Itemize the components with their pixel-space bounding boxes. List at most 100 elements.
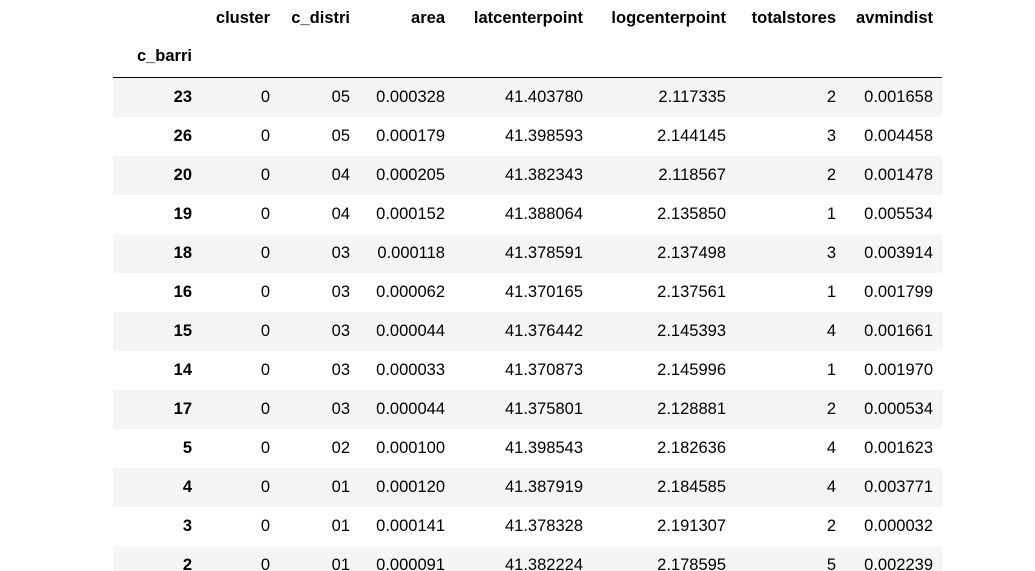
cell-latcenterpoint: 41.370873 — [505, 360, 583, 379]
cell-area: 0.000179 — [376, 126, 445, 145]
row-index-cell: 20 — [173, 165, 192, 184]
dataframe-table: cluster c_distri area latcenterpoint log… — [113, 0, 942, 571]
dataframe-header: cluster c_distri area latcenterpoint log… — [113, 0, 942, 78]
notebook-output-area: cluster c_distri area latcenterpoint log… — [0, 0, 1035, 571]
cell-latcenterpoint: 41.378591 — [505, 243, 583, 262]
cell-totalstores: 3 — [826, 126, 836, 145]
cell-avmindist: 0.001623 — [864, 438, 933, 457]
cell-cluster: 0 — [260, 399, 270, 418]
cell-area: 0.000100 — [376, 438, 445, 457]
cell-cluster: 0 — [260, 165, 270, 184]
cell-cluster: 0 — [260, 126, 270, 145]
cell-avmindist: 0.000534 — [864, 399, 933, 418]
cell-avmindist: 0.004458 — [864, 126, 933, 145]
row-index-cell: 14 — [173, 360, 192, 379]
cell-logcenterpoint: 2.137498 — [657, 243, 726, 262]
cell-latcenterpoint: 41.382224 — [505, 555, 583, 571]
row-index-cell: 17 — [173, 399, 192, 418]
row-index-cell: 3 — [182, 516, 192, 535]
cell-logcenterpoint: 2.182636 — [657, 438, 726, 457]
column-header-avmindist: avmindist — [855, 8, 933, 27]
column-header-row: cluster c_distri area latcenterpoint log… — [113, 0, 942, 36]
cell-totalstores: 1 — [826, 204, 836, 223]
row-index-cell: 16 — [173, 282, 192, 301]
cell-latcenterpoint: 41.370165 — [505, 282, 583, 301]
cell-totalstores: 4 — [826, 477, 836, 496]
cell-c-distri: 04 — [331, 165, 350, 184]
cell-area: 0.000141 — [376, 516, 445, 535]
cell-cluster: 0 — [260, 438, 270, 457]
row-index-cell: 26 — [173, 126, 192, 145]
cell-c-distri: 03 — [331, 282, 350, 301]
cell-logcenterpoint: 2.178595 — [657, 555, 726, 571]
cell-area: 0.000091 — [376, 555, 445, 571]
row-index-cell: 19 — [173, 204, 192, 223]
table-row: 14 0 03 0.000033 41.370873 2.145996 1 0.001970 — [113, 351, 942, 390]
cell-c-distri: 02 — [331, 438, 350, 457]
cell-cluster: 0 — [260, 477, 270, 496]
row-index-cell: 4 — [182, 477, 192, 496]
cell-area: 0.000062 — [376, 282, 445, 301]
cell-c-distri: 01 — [331, 477, 350, 496]
cell-logcenterpoint: 2.191307 — [657, 516, 726, 535]
index-name-label: c_barri — [136, 47, 192, 65]
cell-area: 0.000152 — [376, 204, 445, 223]
table-row: 18 0 03 0.000118 41.378591 2.137498 3 0.003914 — [113, 233, 942, 273]
cell-cluster: 0 — [260, 516, 270, 535]
cell-c-distri: 05 — [331, 87, 350, 106]
cell-c-distri: 05 — [331, 126, 350, 145]
cell-latcenterpoint: 41.378328 — [505, 516, 583, 535]
column-header-area: area — [411, 8, 445, 27]
cell-avmindist: 0.003914 — [864, 243, 933, 262]
row-index-cell: 15 — [173, 321, 192, 340]
row-index-cell: 2 — [182, 555, 192, 571]
cell-prompt-marker — [0, 0, 100, 6]
cell-cluster: 0 — [260, 87, 270, 106]
cell-latcenterpoint: 41.382343 — [505, 165, 583, 184]
cell-avmindist: 0.001970 — [864, 360, 933, 379]
cell-avmindist: 0.002239 — [864, 555, 933, 571]
cell-avmindist: 0.001661 — [864, 321, 933, 340]
cell-totalstores: 3 — [826, 243, 836, 262]
row-index-cell: 23 — [173, 87, 192, 106]
table-row: 19 0 04 0.000152 41.388064 2.135850 1 0.005534 — [113, 195, 942, 234]
table-row: 20 0 04 0.000205 41.382343 2.118567 2 0.001478 — [113, 155, 942, 195]
cell-avmindist: 0.005534 — [864, 204, 933, 223]
cell-totalstores: 2 — [826, 399, 836, 418]
cell-c-distri: 01 — [331, 516, 350, 535]
cell-cluster: 0 — [260, 555, 270, 571]
table-row: 5 0 02 0.000100 41.398543 2.182636 4 0.001623 — [113, 429, 942, 468]
cell-logcenterpoint: 2.135850 — [657, 204, 726, 223]
cell-totalstores: 2 — [826, 87, 836, 106]
cell-latcenterpoint: 41.376442 — [505, 321, 583, 340]
cell-logcenterpoint: 2.144145 — [657, 126, 726, 145]
table-row: 15 0 03 0.000044 41.376442 2.145393 4 0.001661 — [113, 311, 942, 351]
cell-cluster: 0 — [260, 321, 270, 340]
cell-area: 0.000205 — [376, 165, 445, 184]
cell-cluster: 0 — [260, 282, 270, 301]
cell-logcenterpoint: 2.145996 — [657, 360, 726, 379]
dataframe-body: 23 0 05 0.000328 41.403780 2.117335 2 0.001658 2… — [113, 77, 942, 571]
cell-totalstores: 2 — [826, 516, 836, 535]
cell-c-distri: 04 — [331, 204, 350, 223]
cell-latcenterpoint: 41.398593 — [505, 126, 583, 145]
cell-area: 0.000044 — [376, 399, 445, 418]
column-header-c-distri: c_distri — [291, 8, 350, 27]
cell-area: 0.000033 — [376, 360, 445, 379]
header-corner — [113, 0, 201, 36]
cell-latcenterpoint: 41.403780 — [505, 87, 583, 106]
cell-totalstores: 1 — [826, 360, 836, 379]
cell-c-distri: 03 — [331, 243, 350, 262]
column-header-totalstores: totalstores — [751, 8, 836, 27]
cell-logcenterpoint: 2.184585 — [657, 477, 726, 496]
cell-area: 0.000044 — [376, 321, 445, 340]
cell-area: 0.000120 — [376, 477, 445, 496]
cell-cluster: 0 — [260, 360, 270, 379]
index-name-row: c_barri — [113, 36, 942, 78]
table-row: 26 0 05 0.000179 41.398593 2.144145 3 0.004458 — [113, 117, 942, 156]
cell-avmindist: 0.001658 — [864, 87, 933, 106]
cell-totalstores: 4 — [826, 438, 836, 457]
cell-cluster: 0 — [260, 204, 270, 223]
row-index-cell: 5 — [182, 438, 192, 457]
cell-totalstores: 4 — [826, 321, 836, 340]
